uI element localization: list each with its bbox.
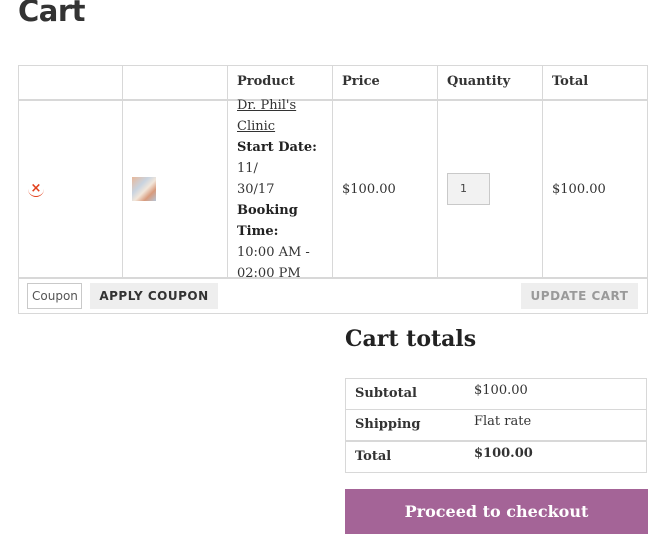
- quantity-input[interactable]: 1: [447, 173, 490, 205]
- subtotal-label: Subtotal: [355, 386, 417, 401]
- subtotal-value: $100.00: [474, 383, 528, 398]
- cart-table-header: Product Price Quantity Total: [19, 66, 647, 101]
- shipping-value: Flat rate: [474, 414, 532, 429]
- start-date-value-1: 11/: [237, 160, 258, 176]
- start-date-label: Start Date:: [237, 139, 317, 155]
- cart-totals-table: Subtotal $100.00 Shipping Flat rate Tota…: [345, 378, 647, 473]
- total-label: Total: [355, 449, 392, 464]
- booking-time-value-1: 10:00 AM -: [237, 244, 310, 260]
- start-date: Start Date: 11/ 30/17: [237, 137, 323, 200]
- header-price: Price: [333, 66, 438, 99]
- remove-item-icon[interactable]: ×: [28, 181, 44, 197]
- header-quantity: Quantity: [438, 66, 543, 99]
- update-cart-button[interactable]: UPDATE CART: [521, 283, 638, 309]
- subtotal-row: Subtotal $100.00: [346, 379, 646, 410]
- item-total: $100.00: [552, 181, 606, 197]
- total-value: $100.00: [474, 446, 533, 461]
- page-title: Cart: [18, 0, 86, 28]
- item-price: $100.00: [342, 181, 396, 197]
- cart-totals-title: Cart totals: [345, 326, 477, 352]
- cart-actions: Coupon APPLY COUPON UPDATE CART: [19, 279, 647, 313]
- product-name-link[interactable]: Dr. Phil's Clinic: [237, 95, 323, 137]
- cart-table: Product Price Quantity Total × Dr. Phil'…: [18, 65, 648, 314]
- apply-coupon-button[interactable]: APPLY COUPON: [90, 283, 218, 309]
- shipping-label: Shipping: [355, 417, 421, 432]
- booking-time-label-2: Time:: [237, 223, 279, 239]
- header-thumbnail: [123, 66, 228, 99]
- header-remove: [19, 66, 123, 99]
- header-total: Total: [552, 74, 589, 89]
- product-info: Dr. Phil's Clinic Start Date: 11/ 30/17 B…: [228, 95, 332, 284]
- booking-time: Booking Time: 10:00 AM - 02:00 PM: [237, 200, 323, 284]
- shipping-row: Shipping Flat rate: [346, 410, 646, 441]
- proceed-to-checkout-button[interactable]: Proceed to checkout: [345, 489, 648, 534]
- start-date-value-2: 30/17: [237, 181, 275, 197]
- coupon-input[interactable]: Coupon: [27, 283, 82, 309]
- total-row: Total $100.00: [346, 441, 646, 472]
- product-thumbnail[interactable]: [132, 177, 156, 201]
- table-row: × Dr. Phil's Clinic Start Date: 11/ 30/17…: [19, 98, 647, 281]
- booking-time-label-1: Booking: [237, 202, 298, 218]
